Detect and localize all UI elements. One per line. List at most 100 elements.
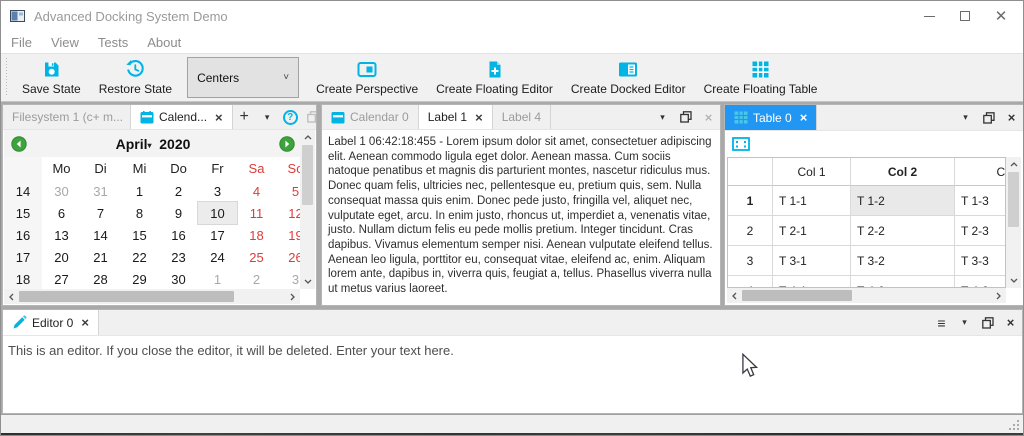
scrollbar-thumb[interactable] <box>302 145 313 205</box>
calendar-day[interactable]: 15 <box>120 224 159 246</box>
table-cell[interactable]: T 1-2 <box>851 186 955 216</box>
help-button[interactable]: ? <box>279 105 302 129</box>
calendar-day[interactable]: 25 <box>237 246 276 268</box>
perspective-combo[interactable]: Centers ˅ <box>187 57 299 98</box>
toolbar-drag-handle[interactable] <box>3 58 11 97</box>
tabs-menu-button[interactable]: ▾ <box>954 105 977 130</box>
table-vertical-scrollbar[interactable] <box>1006 157 1021 288</box>
editor-menu-button[interactable]: ≡ <box>930 310 953 335</box>
scroll-down-icon[interactable] <box>300 274 315 289</box>
table-column-header[interactable]: Col 3 <box>955 158 1006 186</box>
calendar-day[interactable]: 14 <box>81 224 120 246</box>
float-dock-button[interactable] <box>976 310 999 335</box>
calendar-day[interactable]: 1 <box>120 180 159 202</box>
calendar-month[interactable]: April <box>116 136 148 152</box>
table-cell[interactable]: T 3-1 <box>773 246 851 276</box>
editor-0-content[interactable]: This is an editor. If you close the edit… <box>3 336 1022 365</box>
table-column-header[interactable]: Col 2 <box>851 158 955 186</box>
tab-close-icon[interactable]: × <box>215 110 223 125</box>
minimize-button[interactable] <box>911 4 947 28</box>
maximize-button[interactable] <box>947 4 983 28</box>
menu-about[interactable]: About <box>147 35 181 50</box>
calendar-day[interactable]: 30 <box>42 180 81 202</box>
tab-calendar-0[interactable]: Calendar 0 <box>322 105 419 129</box>
tabs-menu-button[interactable]: ▾ <box>256 105 279 129</box>
calendar-day[interactable]: 16 <box>159 224 198 246</box>
table-cell[interactable]: T 3-2 <box>851 246 955 276</box>
calendar-day[interactable]: 6 <box>42 202 81 224</box>
calendar-vertical-scrollbar[interactable] <box>300 130 315 289</box>
calendar-day[interactable]: 22 <box>120 246 159 268</box>
menu-view[interactable]: View <box>51 35 79 50</box>
calendar-day[interactable]: 23 <box>159 246 198 268</box>
calendar-day[interactable]: 2 <box>159 180 198 202</box>
calendar-day[interactable]: 30 <box>159 268 198 290</box>
menu-file[interactable]: File <box>11 35 32 50</box>
add-tab-button[interactable]: + <box>233 105 256 129</box>
table-cell[interactable]: T 2-1 <box>773 216 851 246</box>
create-perspective-button[interactable]: Create Perspective <box>307 54 427 101</box>
table-cell[interactable]: T 1-1 <box>773 186 851 216</box>
close-button[interactable]: ✕ <box>983 4 1019 28</box>
calendar-day[interactable]: 9 <box>159 202 198 224</box>
table-row-header[interactable]: 3 <box>728 246 773 276</box>
table-cell[interactable]: T 2-3 <box>955 216 1006 246</box>
table-cell[interactable]: T 2-2 <box>851 216 955 246</box>
calendar-day[interactable]: 2 <box>237 268 276 290</box>
calendar-month-year[interactable]: April▾ 2020 <box>27 136 279 152</box>
table-row-header[interactable]: 2 <box>728 216 773 246</box>
calendar-day[interactable]: 24 <box>198 246 237 268</box>
table-selection-icon[interactable] <box>732 137 750 151</box>
tab-filesystem-1[interactable]: Filesystem 1 (c+ m... <box>3 105 131 129</box>
close-dock-button[interactable]: × <box>1000 105 1023 130</box>
tab-label-4[interactable]: Label 4 <box>493 105 551 129</box>
table-row-header[interactable]: 1 <box>728 186 773 216</box>
tab-editor-0[interactable]: Editor 0 × <box>3 310 99 335</box>
table-horizontal-scrollbar[interactable] <box>727 288 1006 303</box>
scrollbar-thumb[interactable] <box>742 290 852 301</box>
calendar-day[interactable]: 21 <box>81 246 120 268</box>
calendar-day[interactable]: 11 <box>237 202 276 224</box>
tabs-menu-button[interactable]: ▾ <box>651 105 674 129</box>
calendar-day[interactable]: 17 <box>198 224 237 246</box>
calendar-day[interactable]: 29 <box>120 268 159 290</box>
scroll-right-icon[interactable] <box>991 288 1006 303</box>
calendar-day[interactable]: 4 <box>237 180 276 202</box>
prev-month-button[interactable] <box>11 136 27 152</box>
float-dock-button[interactable] <box>302 105 317 129</box>
table-column-header[interactable]: Col 1 <box>773 158 851 186</box>
tab-label-1[interactable]: Label 1 × <box>419 105 493 129</box>
menu-tests[interactable]: Tests <box>98 35 128 50</box>
table-cell[interactable]: T 3-3 <box>955 246 1006 276</box>
calendar-day[interactable]: 10 <box>198 202 237 224</box>
close-dock-button[interactable]: × <box>999 310 1022 335</box>
calendar-day[interactable]: 18 <box>237 224 276 246</box>
table-cell[interactable]: T 4-2 <box>851 276 955 288</box>
tab-close-icon[interactable]: × <box>475 110 483 125</box>
create-floating-table-button[interactable]: Create Floating Table <box>695 54 827 101</box>
tab-close-icon[interactable]: × <box>81 315 89 330</box>
restore-state-button[interactable]: Restore State <box>90 54 181 101</box>
calendar-horizontal-scrollbar[interactable] <box>4 289 300 304</box>
calendar-day[interactable]: 3 <box>198 180 237 202</box>
calendar-day[interactable]: 8 <box>120 202 159 224</box>
scroll-left-icon[interactable] <box>4 289 19 304</box>
tab-close-icon[interactable]: × <box>800 110 808 125</box>
calendar-day[interactable]: 28 <box>81 268 120 290</box>
create-docked-editor-button[interactable]: Create Docked Editor <box>562 54 695 101</box>
scrollbar-thumb[interactable] <box>19 291 234 302</box>
scroll-left-icon[interactable] <box>727 288 742 303</box>
calendar-day[interactable]: 27 <box>42 268 81 290</box>
create-floating-editor-button[interactable]: Create Floating Editor <box>427 54 562 101</box>
scrollbar-thumb[interactable] <box>1008 172 1019 227</box>
tabs-menu-button[interactable]: ▾ <box>953 310 976 335</box>
float-dock-button[interactable] <box>674 105 697 129</box>
calendar-day[interactable]: 1 <box>198 268 237 290</box>
calendar-day[interactable]: 7 <box>81 202 120 224</box>
tab-calendar-1[interactable]: Calend... × <box>131 105 233 129</box>
close-dock-button[interactable]: × <box>697 105 720 129</box>
save-state-button[interactable]: Save State <box>13 54 90 101</box>
table-cell[interactable]: T 4-1 <box>773 276 851 288</box>
float-dock-button[interactable] <box>977 105 1000 130</box>
calendar-year[interactable]: 2020 <box>159 136 190 152</box>
